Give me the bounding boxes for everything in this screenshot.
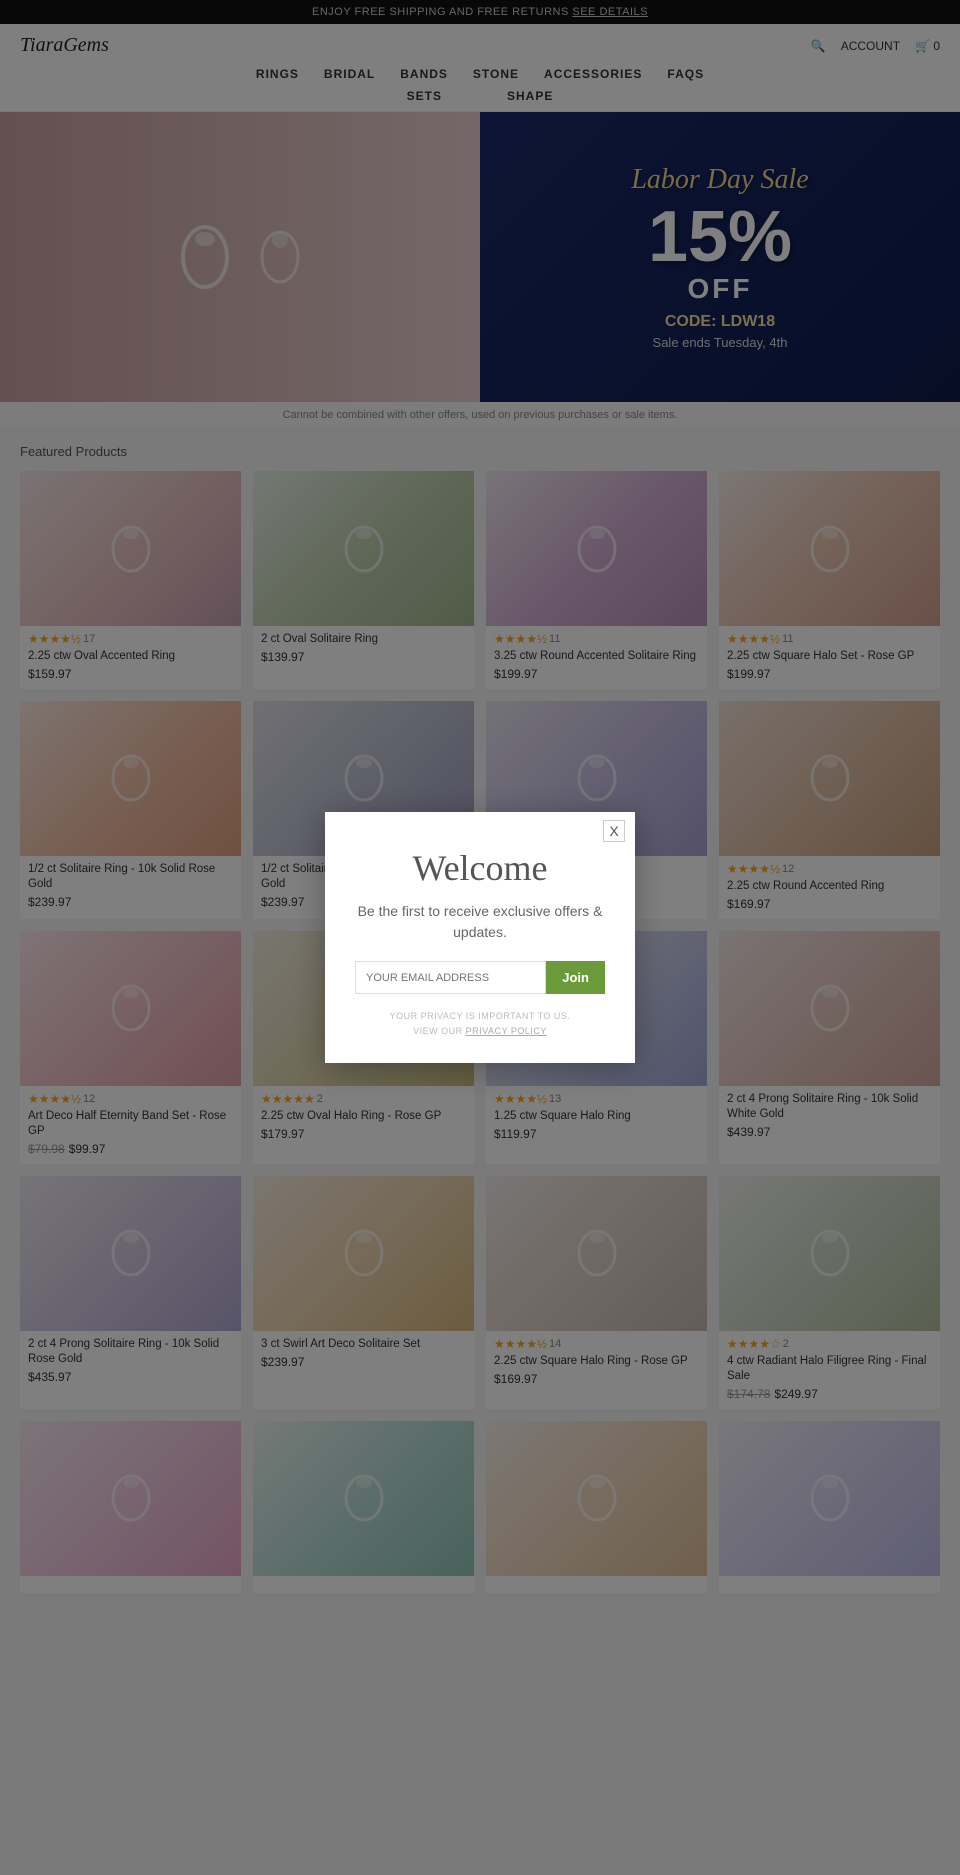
modal-overlay[interactable]: X Welcome Be the first to receive exclus… xyxy=(0,0,960,1875)
join-button[interactable]: Join xyxy=(546,961,605,994)
modal-privacy: YOUR PRIVACY IS IMPORTANT TO US. VIEW OU… xyxy=(355,1009,605,1038)
welcome-modal: X Welcome Be the first to receive exclus… xyxy=(325,812,635,1063)
privacy-policy-link[interactable]: PRIVACY POLICY xyxy=(466,1026,547,1036)
modal-close-button[interactable]: X xyxy=(603,820,625,842)
modal-subtitle: Be the first to receive exclusive offers… xyxy=(355,901,605,943)
email-input[interactable] xyxy=(355,961,546,994)
modal-form: Join xyxy=(355,961,605,994)
modal-title: Welcome xyxy=(355,847,605,889)
